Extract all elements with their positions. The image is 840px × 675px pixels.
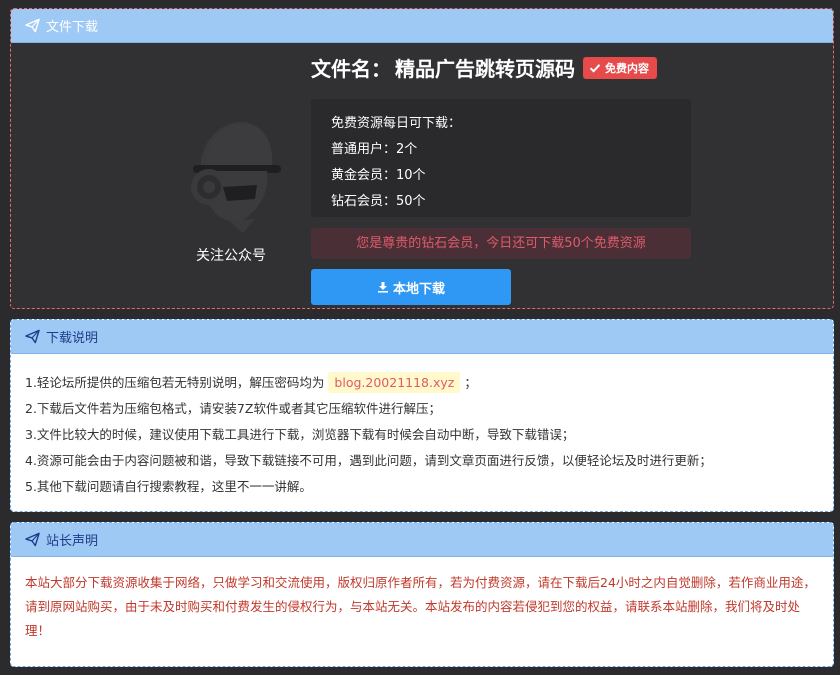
- paper-plane-icon: [25, 18, 40, 33]
- instruction-item: 3.文件比较大的时候，建议使用下载工具进行下载，浏览器下载有时候会自动中断，导致…: [25, 427, 575, 442]
- member-status-message: 您是尊贵的钻石会员，今日还可下载50个免费资源: [311, 228, 691, 259]
- file-title: 文件名： 精品广告跳转页源码 免费内容: [311, 53, 657, 82]
- panel-title: 下载说明: [46, 331, 99, 346]
- instruction-item: 2.下载后文件若为压缩包格式，请安装7Z软件或者其它压缩软件进行解压；: [25, 401, 441, 416]
- avatar: [171, 109, 291, 239]
- paper-plane-icon: [25, 329, 40, 344]
- panel-title: 文件下载: [46, 20, 99, 35]
- instruction-item: 1.轻论坛所提供的压缩包若无特别说明，解压密码均为 blog.20021118.…: [25, 370, 819, 396]
- instructions-body: 1.轻论坛所提供的压缩包若无特别说明，解压密码均为 blog.20021118.…: [11, 354, 833, 500]
- local-download-button[interactable]: 本地下载: [311, 269, 511, 305]
- quota-line: 免费资源每日可下载：: [331, 116, 462, 131]
- download-quota-box: 免费资源每日可下载： 普通用户：2个 黄金会员：10个 钻石会员：50个: [311, 99, 691, 217]
- statement-header: 站长声明: [11, 523, 833, 557]
- instruction-item: 5.其他下载问题请自行搜索教程，这里不一一讲解。: [25, 479, 312, 494]
- quota-line: 黄金会员：10个: [331, 168, 426, 183]
- check-icon: [589, 62, 601, 74]
- instruction-item: 4.资源可能会由于内容问题被和谐，导致下载链接不可用，遇到此问题，请到文章页面进…: [25, 453, 712, 468]
- badge-label: 免费内容: [605, 61, 649, 75]
- download-instructions-panel: 下载说明 1.轻论坛所提供的压缩包若无特别说明，解压密码均为 blog.2002…: [10, 319, 834, 512]
- paper-plane-icon: [25, 532, 40, 547]
- file-name: 精品广告跳转页源码: [395, 57, 575, 81]
- file-download-panel: 文件下载 文件名： 精品广告跳转页源码 免费内容 关注公众号 免费资源每日可下载…: [10, 8, 834, 309]
- download-button-label: 本地下载: [392, 281, 445, 297]
- unzip-password[interactable]: blog.20021118.xyz: [328, 372, 461, 393]
- webmaster-statement-panel: 站长声明 本站大部分下载资源收集于网络，只做学习和交流使用，版权归原作者所有，若…: [10, 522, 834, 667]
- quota-line: 钻石会员：50个: [331, 194, 426, 209]
- file-download-header: 文件下载: [11, 9, 833, 43]
- instruction-text: ；: [464, 375, 477, 390]
- download-icon: [377, 281, 389, 293]
- follow-account-label: 关注公众号: [196, 248, 266, 264]
- statement-text: 本站大部分下载资源收集于网络，只做学习和交流使用，版权归原作者所有，若为付费资源…: [25, 575, 816, 638]
- instructions-header: 下载说明: [11, 320, 833, 354]
- instruction-text: 1.轻论坛所提供的压缩包若无特别说明，解压密码均为: [25, 375, 325, 390]
- file-label: 文件名：: [311, 57, 391, 81]
- panel-title: 站长声明: [46, 534, 99, 549]
- free-content-badge: 免费内容: [583, 56, 657, 79]
- quota-line: 普通用户：2个: [331, 142, 418, 157]
